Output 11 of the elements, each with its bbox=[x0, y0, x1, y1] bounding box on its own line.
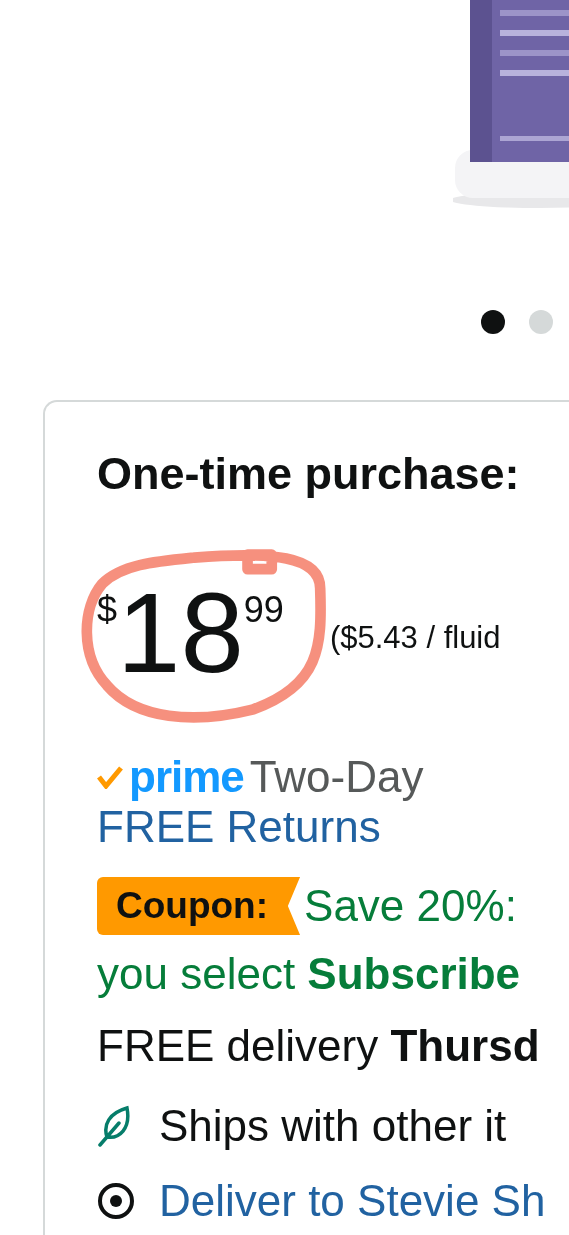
returns-link[interactable]: FREE Returns bbox=[97, 802, 381, 852]
unit-price: ($5.43 / fluid bbox=[329, 620, 501, 656]
prime-logo: prime bbox=[129, 752, 244, 802]
coupon-text: you select Subscribe bbox=[97, 949, 521, 999]
coupon-text: Save 20%: bbox=[304, 881, 517, 931]
delivery-speed: Two-Day bbox=[249, 752, 424, 802]
delivery-text: FREE delivery Thursd bbox=[97, 1021, 540, 1071]
coupon-badge: Coupon: bbox=[97, 877, 301, 935]
deliver-to-link[interactable]: Deliver to Stevie Sh bbox=[159, 1176, 546, 1226]
purchase-heading: One-time purchase: bbox=[97, 447, 521, 500]
ships-text: Ships with other it bbox=[159, 1101, 507, 1151]
